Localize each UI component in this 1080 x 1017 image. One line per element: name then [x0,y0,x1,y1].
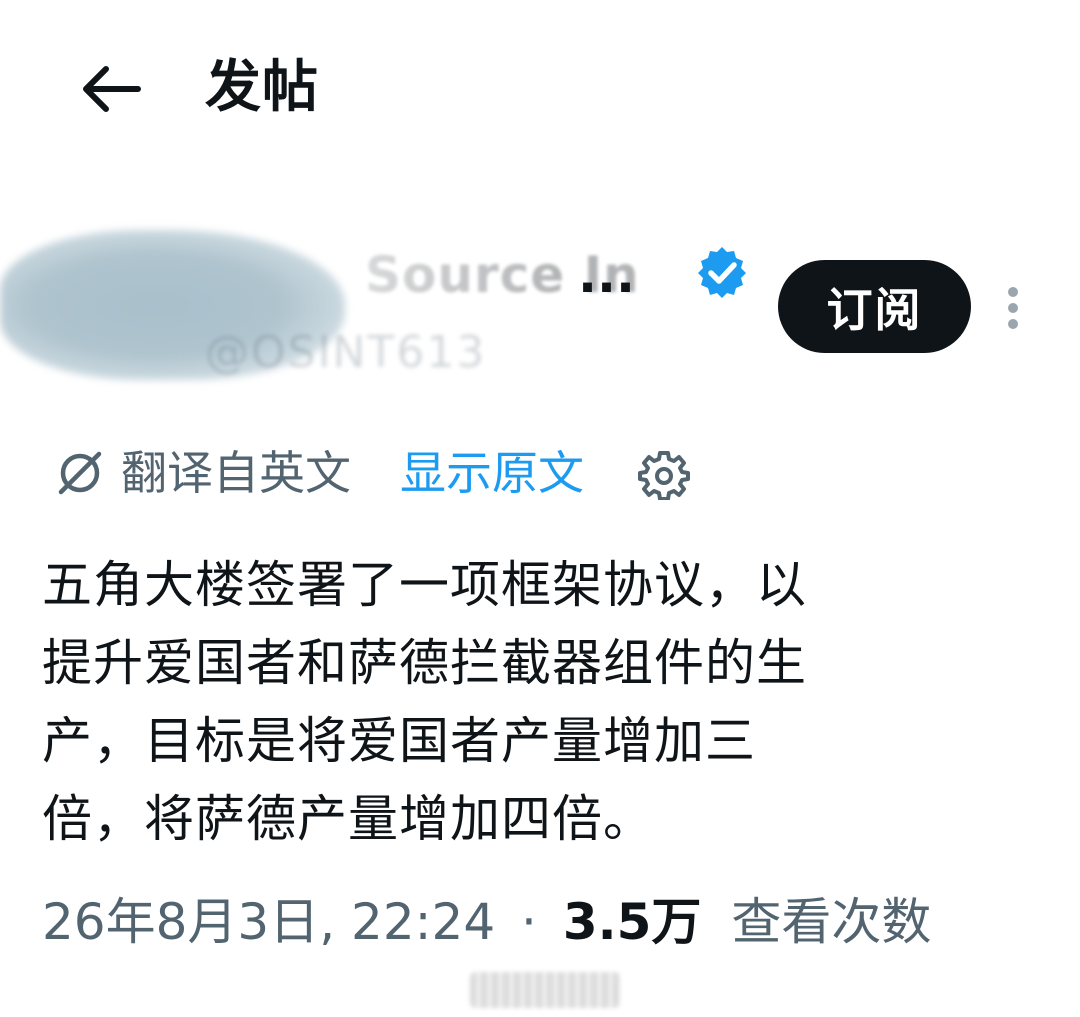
views-label: 查看次数 [731,893,932,951]
arrow-left-icon [83,66,141,112]
top-bar: 发帖 [0,0,1080,180]
name-fade [365,245,565,305]
verified-badge-icon [698,247,746,298]
display-name-ellipsis: ... [578,246,635,304]
views-count[interactable]: 3.5万 [563,893,702,951]
translation-bar: 翻译自英文 显示原文 [55,440,1055,510]
subscribe-button[interactable]: 订阅 [778,260,971,353]
more-vertical-icon[interactable] [995,284,1031,332]
meta-separator: · [521,893,537,951]
tweet-line: 五角大楼签署了一项框架协议，以 [42,556,807,614]
tweet-line: 产，目标是将爱国者产量增加三 [42,712,756,770]
blurred-watermark [470,972,620,1008]
show-original-link[interactable]: 显示原文 [400,440,584,506]
back-button[interactable] [70,48,152,130]
tweet-line: 倍，将萨德产量增加四倍。 [42,790,654,848]
tweet-meta: 26年8月3日, 22:24 · 3.5万 查看次数 [42,888,931,956]
translated-from-label: 翻译自英文 [121,446,351,500]
tweet-timestamp[interactable]: 26年8月3日, 22:24 [42,893,495,951]
gear-icon[interactable] [638,448,690,500]
tweet-text: 五角大楼签署了一项框架协议，以 提升爱国者和萨德拦截器组件的生 产，目标是将爱国… [42,546,1032,858]
tweet-line: 提升爱国者和萨德拦截器组件的生 [42,634,807,692]
translate-slash-icon [58,451,102,495]
page-title: 发帖 [205,55,319,120]
author-handle[interactable]: @OSINT613 [205,325,486,381]
